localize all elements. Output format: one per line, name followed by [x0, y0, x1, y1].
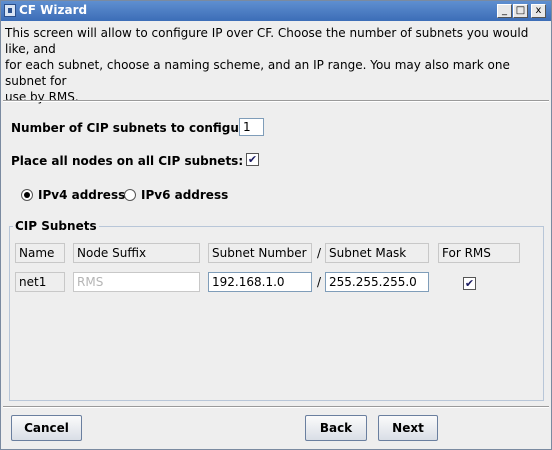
header-name: Name	[15, 243, 65, 263]
intro-text: This screen will allow to configure IP o…	[5, 25, 550, 105]
node-suffix-field[interactable]: RMS	[73, 272, 200, 292]
window-title: CF Wizard	[19, 3, 88, 17]
num-subnets-input[interactable]: 1	[239, 118, 264, 136]
top-divider	[3, 100, 549, 102]
header-separator: /	[317, 246, 322, 260]
intro-line-3: use by RMS.	[5, 90, 79, 104]
title-bar[interactable]: CF Wizard _ □ x	[1, 1, 551, 21]
place-all-checkbox[interactable]: ✔	[246, 153, 259, 166]
back-button[interactable]: Back	[305, 415, 367, 441]
ipv6-label[interactable]: IPv6 address	[141, 188, 228, 202]
cf-wizard-window: CF Wizard _ □ x This screen will allow t…	[0, 0, 552, 450]
place-all-label: Place all nodes on all CIP subnets:	[11, 154, 244, 168]
next-button[interactable]: Next	[378, 415, 438, 441]
checkmark-icon: ✔	[247, 153, 258, 166]
row-name-cell: net1	[15, 272, 65, 292]
minimize-button[interactable]: _	[497, 4, 512, 18]
header-node-suffix: Node Suffix	[73, 243, 200, 263]
ipv4-label[interactable]: IPv4 address	[38, 188, 125, 202]
cancel-button[interactable]: Cancel	[11, 415, 82, 441]
minimize-icon: _	[502, 5, 507, 16]
subnet-number-field[interactable]: 192.168.1.0	[208, 272, 312, 292]
intro-line-2: for each subnet, choose a naming scheme,…	[5, 58, 510, 88]
header-for-rms: For RMS	[438, 243, 520, 263]
row-separator: /	[317, 275, 322, 289]
header-subnet-number: Subnet Number	[208, 243, 312, 263]
cip-subnets-title: CIP Subnets	[13, 219, 99, 233]
for-rms-checkbox[interactable]: ✔	[463, 277, 476, 290]
close-icon: x	[535, 5, 542, 16]
header-subnet-mask: Subnet Mask	[325, 243, 429, 263]
bottom-divider	[3, 406, 549, 408]
checkmark-icon: ✔	[464, 277, 475, 290]
maximize-button[interactable]: □	[513, 4, 528, 18]
ipv4-radio[interactable]	[21, 189, 33, 201]
maximize-icon: □	[515, 5, 526, 16]
num-subnets-label: Number of CIP subnets to configure:	[11, 121, 258, 135]
ipv6-radio[interactable]	[124, 189, 136, 201]
subnet-mask-field[interactable]: 255.255.255.0	[325, 272, 429, 292]
intro-line-1: This screen will allow to configure IP o…	[5, 26, 529, 56]
close-button[interactable]: x	[531, 4, 546, 18]
app-icon	[4, 4, 16, 17]
